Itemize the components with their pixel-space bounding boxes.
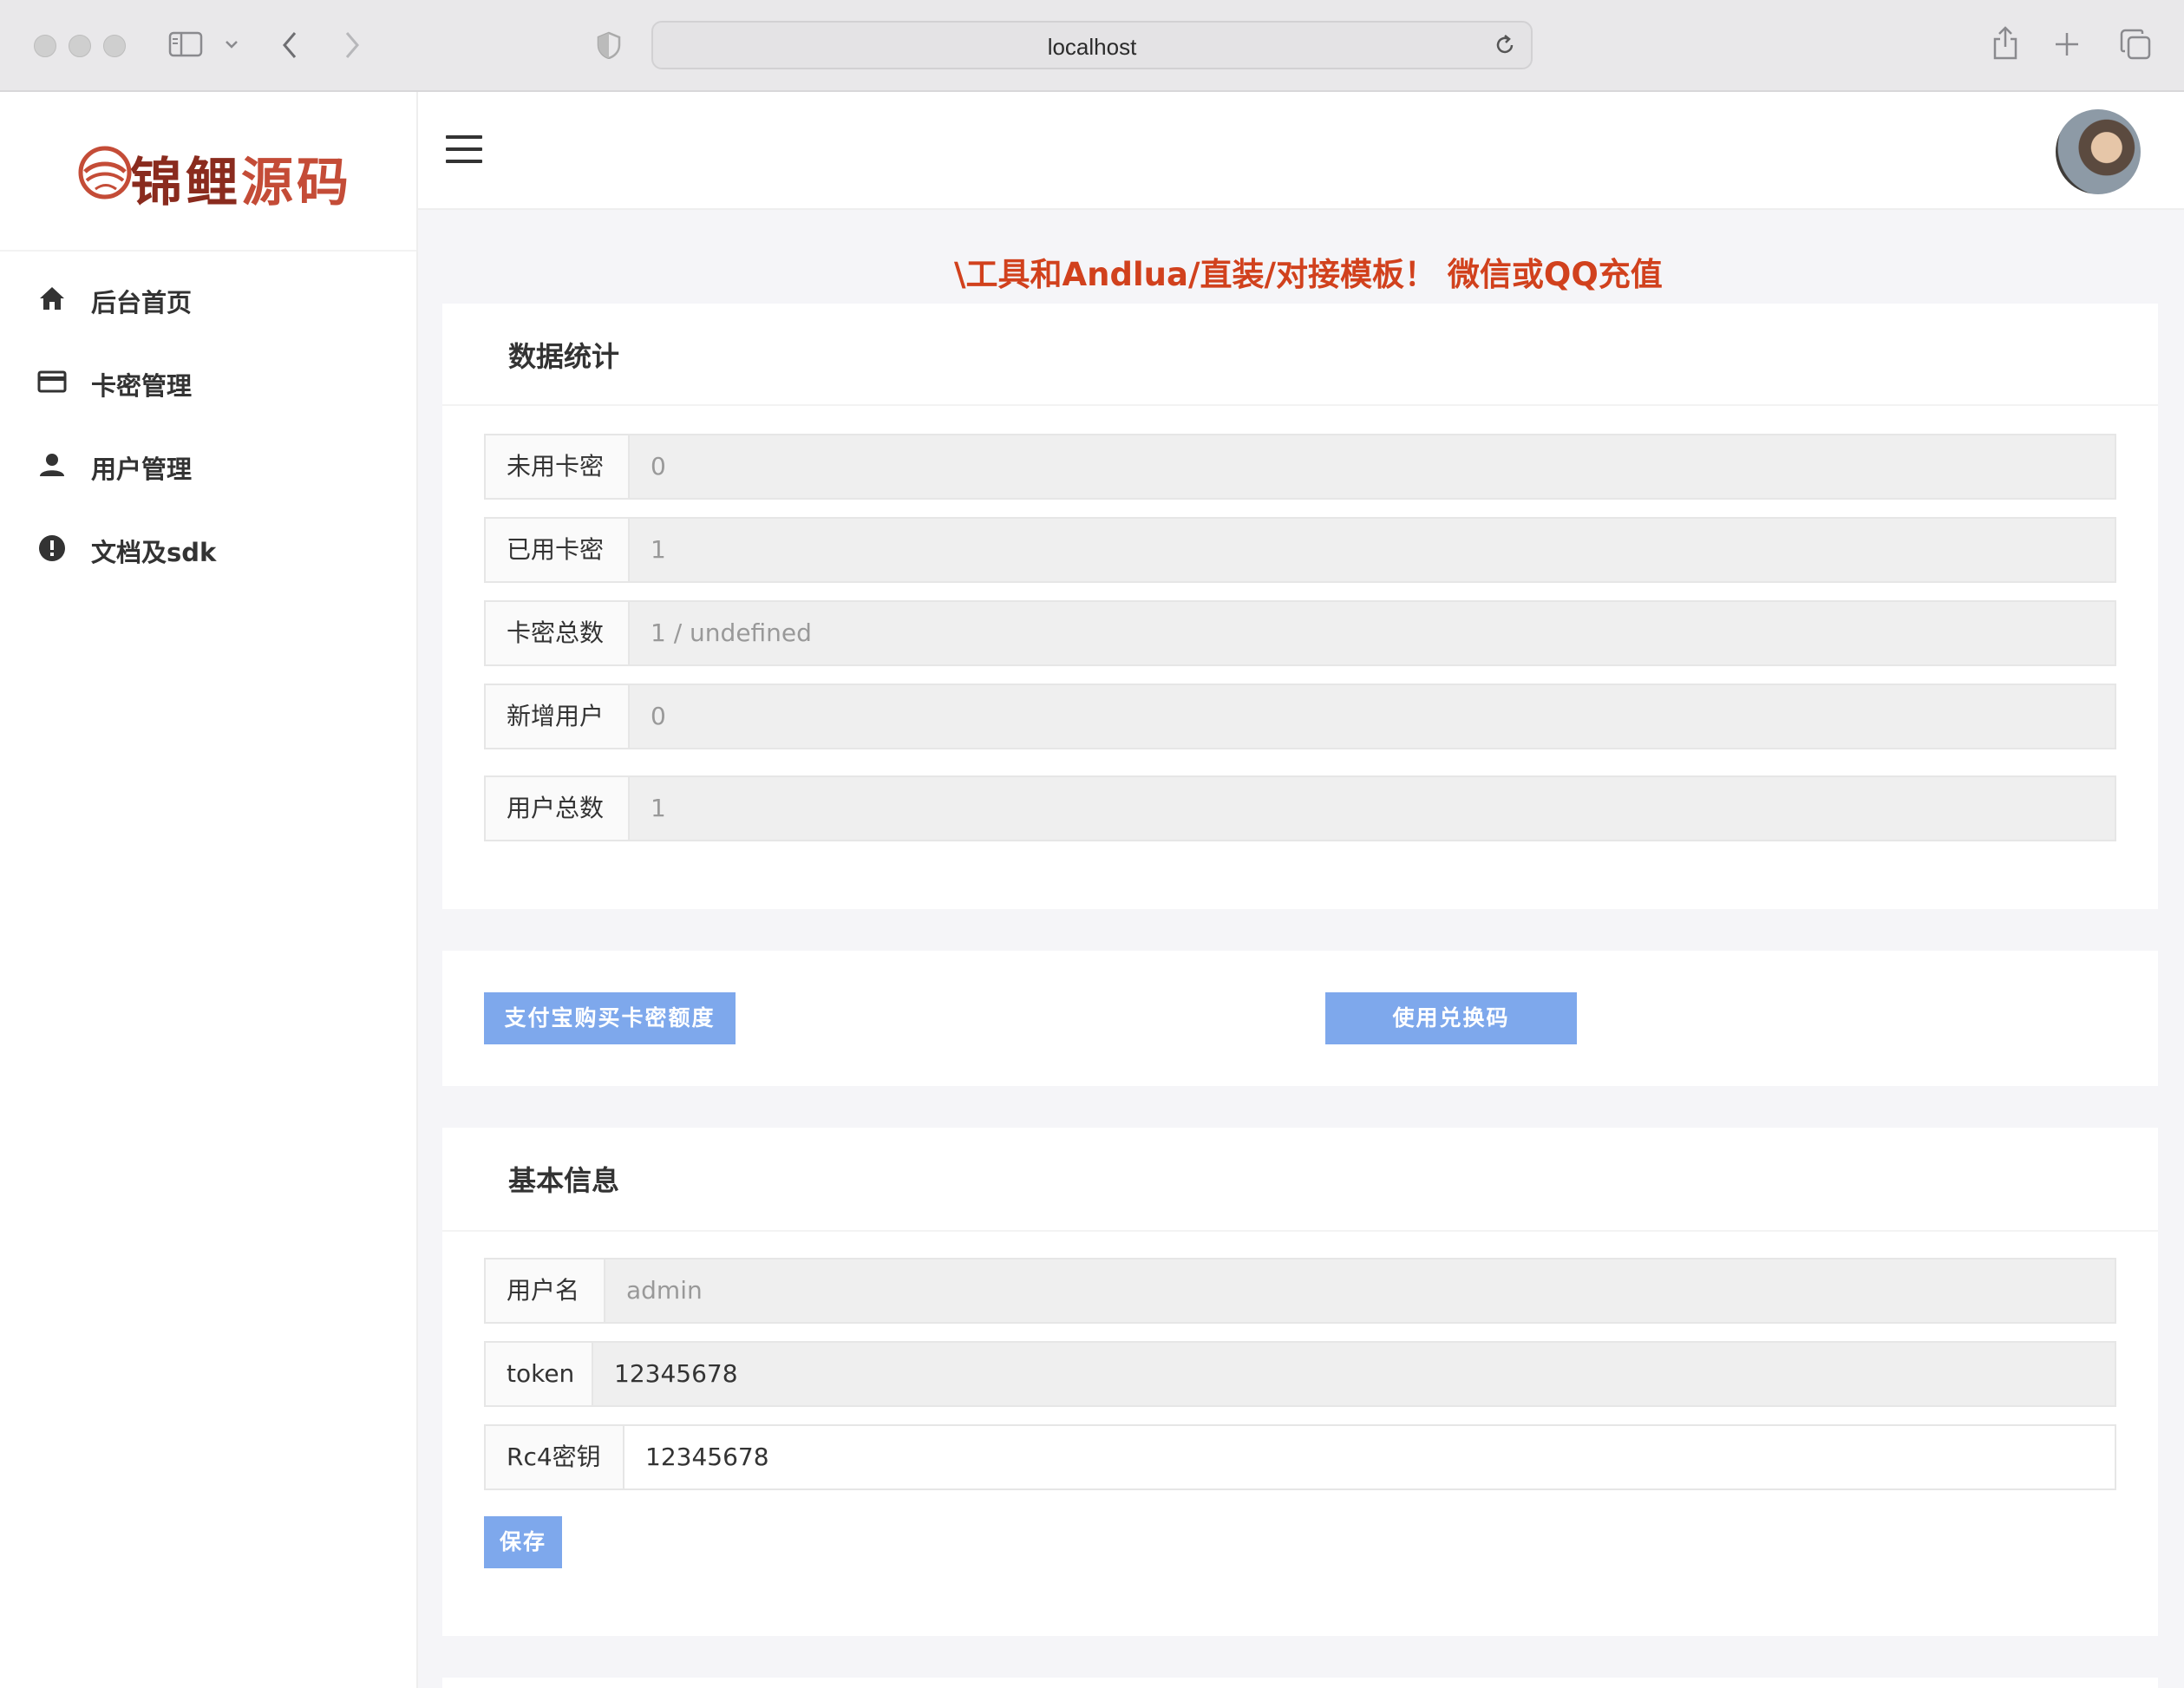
top-header — [418, 92, 2184, 210]
sidebar-item-cards[interactable]: 卡密管理 — [0, 340, 416, 423]
sidebar-item-label: 卡密管理 — [91, 371, 193, 401]
basic-info-title: 基本信息 — [508, 1164, 620, 1197]
sidebar-item-dashboard[interactable]: 后台首页 — [0, 257, 416, 340]
tab-overview-icon[interactable] — [2120, 29, 2151, 60]
window-minimize-button[interactable] — [69, 35, 91, 57]
sidebar-item-label: 文档及sdk — [91, 538, 217, 567]
alipay-buy-button[interactable]: 支付宝购买卡密额度 — [484, 992, 736, 1044]
stat-value: 0 — [651, 452, 666, 481]
basic-info-card: 基本信息 用户名 admin token 12345678 Rc4密钥 1234… — [442, 1128, 2158, 1636]
sidebar-item-docs[interactable]: 文档及sdk — [0, 507, 416, 590]
reload-icon[interactable] — [1493, 33, 1517, 57]
stat-row-new-users: 新增用户 0 — [484, 684, 2116, 749]
rc4-key-value[interactable]: 12345678 — [645, 1426, 769, 1488]
rc4-key-label: Rc4密钥 — [486, 1426, 624, 1488]
avatar[interactable] — [2056, 109, 2141, 194]
announcement-marquee: \工具和Andlua/直装/对接模板！ 微信或QQ充值 — [954, 256, 1663, 293]
browser-toolbar: localhost — [0, 0, 2184, 92]
stats-title: 数据统计 — [508, 340, 620, 373]
stat-label: 已用卡密 — [486, 519, 630, 581]
sidebar-item-users[interactable]: 用户管理 — [0, 423, 416, 507]
privacy-shield-icon[interactable] — [597, 31, 621, 59]
sidebar-item-label: 用户管理 — [91, 455, 193, 484]
stat-row-unused-cards: 未用卡密 0 — [484, 434, 2116, 500]
brand-name: 锦鲤源码 — [130, 141, 352, 216]
stats-card: 数据统计 未用卡密 0 已用卡密 1 卡密总数 1 / undefined 新增… — [442, 304, 2158, 909]
stat-label: 新增用户 — [486, 685, 630, 748]
token-label: token — [486, 1343, 593, 1405]
window-zoom-button[interactable] — [103, 35, 126, 57]
user-icon — [40, 454, 64, 476]
window-close-button[interactable] — [34, 35, 56, 57]
address-bar[interactable]: localhost — [651, 21, 1533, 69]
url-text: localhost — [1047, 34, 1137, 60]
rc4-key-field[interactable]: Rc4密钥 12345678 — [484, 1424, 2116, 1490]
menu-toggle-icon[interactable] — [446, 135, 482, 163]
actions-card: 支付宝购买卡密额度 使用兑换码 — [442, 951, 2158, 1086]
token-field[interactable]: token 12345678 — [484, 1341, 2116, 1407]
save-button[interactable]: 保存 — [484, 1516, 562, 1568]
koi-logo-icon — [78, 146, 132, 200]
stat-label: 卡密总数 — [486, 602, 630, 664]
stat-value: 1 — [651, 794, 666, 822]
token-value[interactable]: 12345678 — [614, 1343, 738, 1405]
username-label: 用户名 — [486, 1259, 605, 1322]
username-value: admin — [626, 1276, 703, 1305]
stat-value: 1 / undefined — [651, 618, 812, 647]
new-tab-icon[interactable] — [2054, 31, 2080, 57]
stat-value: 1 — [651, 535, 666, 564]
brand-name-part1: 锦鲤 — [130, 153, 241, 213]
stat-label: 用户总数 — [486, 777, 630, 840]
back-icon[interactable] — [279, 29, 300, 61]
brand-logo[interactable]: 锦鲤源码 — [0, 92, 416, 252]
stat-label: 未用卡密 — [486, 435, 630, 498]
username-field: 用户名 admin — [484, 1258, 2116, 1324]
forward-icon[interactable] — [342, 29, 363, 61]
chevron-down-icon[interactable] — [224, 38, 239, 50]
next-card — [442, 1678, 2158, 1688]
sidebar: 锦鲤源码 后台首页 卡密管理 用户管理 文档及sdk — [0, 92, 418, 1688]
alert-circle-icon — [39, 535, 65, 561]
stat-value: 0 — [651, 702, 666, 730]
share-icon[interactable] — [1991, 24, 2019, 61]
sidebar-toggle-icon[interactable] — [168, 31, 203, 57]
brand-name-part2: 源码 — [241, 153, 352, 213]
sidebar-item-label: 后台首页 — [91, 288, 193, 317]
redeem-code-button[interactable]: 使用兑换码 — [1325, 992, 1577, 1044]
card-icon — [37, 370, 67, 393]
stat-row-total-cards: 卡密总数 1 / undefined — [484, 600, 2116, 666]
home-icon — [40, 287, 64, 310]
stat-row-total-users: 用户总数 1 — [484, 775, 2116, 841]
stat-row-used-cards: 已用卡密 1 — [484, 517, 2116, 583]
